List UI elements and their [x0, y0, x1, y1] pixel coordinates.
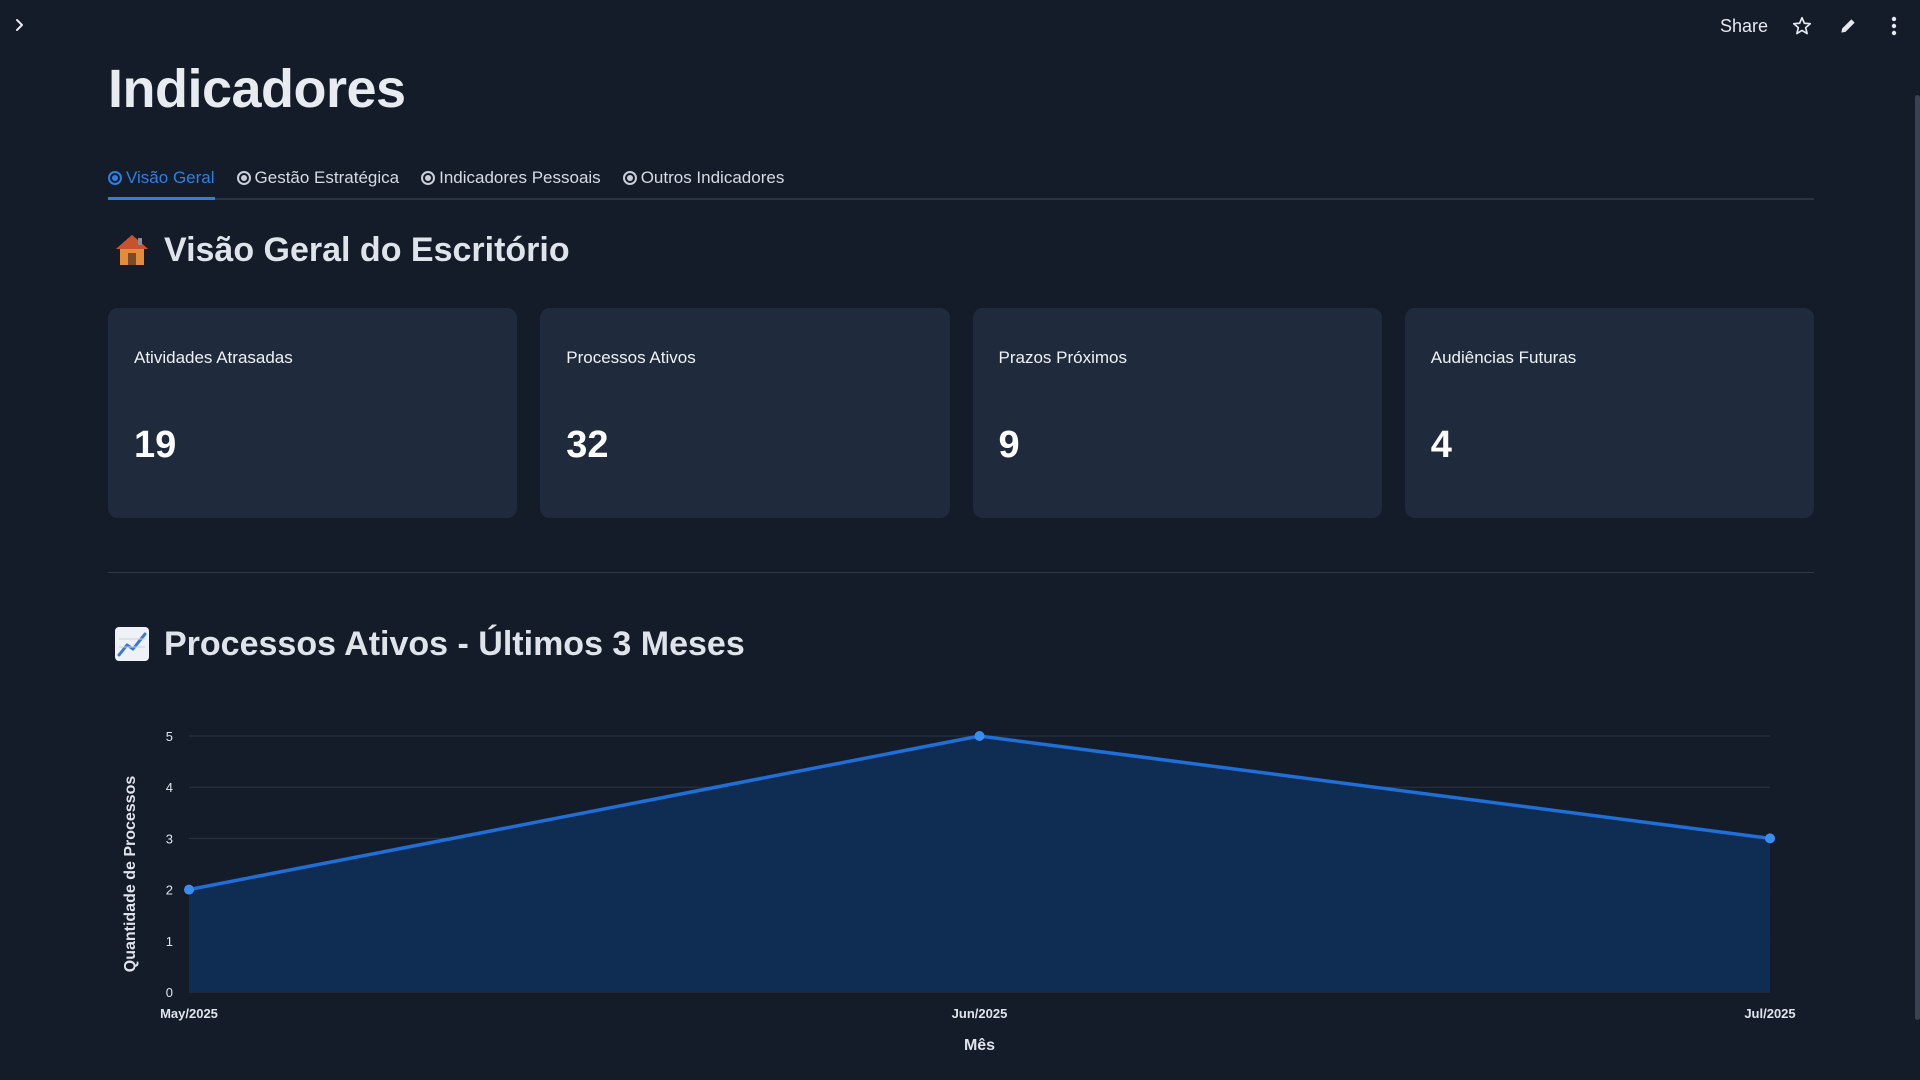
area-chart[interactable]: 0 1 2 3 4 5 May/2025 Jun/2025 Jul/2025 Mês Quantid… [108, 700, 1814, 1070]
metric-cards: Atividades Atrasadas 19 Processos Ativos… [108, 308, 1814, 518]
metric-value: 4 [1430, 424, 1452, 466]
more-vertical-icon[interactable] [1882, 14, 1906, 38]
tab-indicadores-pessoais[interactable]: Indicadores Pessoais [421, 158, 601, 198]
metric-card-audiencias-futuras: Audiências Futuras 4 [1404, 308, 1814, 518]
metric-label: Prazos Próximos [998, 348, 1127, 367]
section-divider [108, 572, 1814, 573]
share-button[interactable]: Share [1720, 16, 1768, 37]
metric-card-prazos-proximos: Prazos Próximos 9 [972, 308, 1382, 518]
metric-label: Processos Ativos [566, 348, 696, 367]
data-point [974, 731, 985, 741]
radio-selected-icon [108, 171, 122, 185]
section-title-text: Processos Ativos - Últimos 3 Meses [164, 624, 745, 663]
radio-icon [622, 171, 637, 185]
data-point [1765, 833, 1775, 844]
top-bar: Share [0, 0, 1920, 52]
tab-label: Gestão Estratégica [254, 168, 400, 187]
tab-visao-geral[interactable]: Visão Geral [108, 158, 215, 200]
tab-label: Outros Indicadores [640, 168, 785, 187]
page-title: Indicadores [108, 59, 406, 119]
metric-value: 9 [998, 424, 1020, 466]
metric-label: Atividades Atrasadas [134, 348, 293, 367]
y-tick-label: 2 [166, 883, 173, 898]
metric-value: 32 [566, 424, 609, 466]
overview-section-title: Visão Geral do Escritório [112, 230, 570, 270]
x-tick-label: Jul/2025 [1744, 1006, 1795, 1021]
metric-label: Audiências Futuras [1430, 348, 1577, 367]
metric-value: 19 [134, 424, 177, 466]
tab-label: Visão Geral [126, 168, 215, 187]
y-axis-title: Quantidade de Processos [122, 776, 139, 973]
tab-gestao-estrategica[interactable]: Gestão Estratégica [236, 158, 400, 198]
page-scrollbar[interactable] [1915, 95, 1920, 1020]
pencil-icon[interactable] [1836, 14, 1860, 38]
metric-card-processos-ativos: Processos Ativos 32 [540, 308, 950, 518]
chart-section-title: Processos Ativos - Últimos 3 Meses [112, 624, 745, 664]
radio-icon [236, 171, 251, 185]
section-title-text: Visão Geral do Escritório [164, 230, 570, 269]
star-icon[interactable] [1790, 14, 1814, 38]
tab-outros-indicadores[interactable]: Outros Indicadores [622, 158, 785, 198]
series-area [189, 736, 1770, 992]
x-axis-title: Mês [964, 1037, 995, 1054]
radio-icon [421, 171, 436, 185]
y-tick-label: 4 [166, 780, 173, 795]
y-tick-label: 5 [166, 729, 173, 744]
metric-card-atividades-atrasadas: Atividades Atrasadas 19 [108, 308, 518, 518]
y-tick-label: 0 [166, 985, 173, 1000]
house-icon [112, 230, 152, 270]
x-tick-label: Jun/2025 [952, 1006, 1008, 1021]
tab-radio-group: Visão Geral Gestão Estratégica Indicador… [108, 158, 1814, 200]
chevron-right-icon[interactable] [8, 12, 32, 38]
chart-increasing-icon [112, 624, 152, 664]
tab-label: Indicadores Pessoais [439, 168, 601, 187]
active-processes-chart: 0 1 2 3 4 5 May/2025 Jun/2025 Jul/2025 Mês Quantid… [108, 700, 1814, 1070]
top-actions: Share [1720, 10, 1906, 42]
data-point [184, 884, 194, 895]
y-tick-label: 3 [166, 831, 173, 846]
x-tick-label: May/2025 [160, 1006, 218, 1021]
y-tick-label: 1 [166, 934, 173, 949]
